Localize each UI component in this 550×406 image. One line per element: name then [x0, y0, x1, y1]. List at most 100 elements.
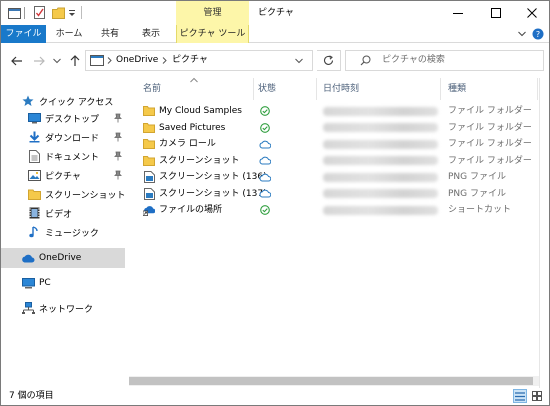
- tab-home[interactable]: ホーム: [52, 25, 86, 43]
- file-type: ファイル フォルダー: [448, 155, 532, 166]
- search-icon: [360, 55, 371, 69]
- file-name-cell[interactable]: スクリーンショット (136): [143, 169, 267, 185]
- nav-label: ビデオ: [45, 209, 73, 220]
- status-bar: 7 個の項目: [1, 388, 549, 405]
- tab-picture-tools[interactable]: ピクチャ ツール: [176, 25, 249, 43]
- tab-share[interactable]: 共有: [96, 25, 124, 43]
- date-cell-redacted: [323, 153, 443, 169]
- file-name-cell[interactable]: カメラ ロール: [143, 136, 216, 152]
- redacted-date: [323, 139, 438, 149]
- new-folder-icon[interactable]: [51, 5, 65, 20]
- up-button[interactable]: [67, 53, 83, 69]
- nav-label: ダウンロード: [45, 133, 100, 144]
- synced-check-icon: [258, 202, 272, 218]
- chevron-right-icon: [162, 57, 167, 67]
- address-bar[interactable]: OneDrive ピクチャ: [85, 50, 313, 71]
- nav-item-network[interactable]: ネットワーク: [1, 298, 125, 318]
- column-header-date[interactable]: 日付時刻: [323, 78, 359, 100]
- file-name-cell[interactable]: My Cloud Samples: [143, 103, 242, 119]
- pin-icon: [114, 132, 122, 142]
- details-view-button[interactable]: [513, 389, 527, 403]
- forward-button[interactable]: [31, 53, 47, 69]
- search-input[interactable]: ピクチャの検索: [382, 51, 445, 70]
- address-row: OneDrive ピクチャ ピクチャの検索: [1, 44, 549, 78]
- file-name-cell[interactable]: スクリーンショット (137): [143, 186, 267, 202]
- column-divider[interactable]: [537, 78, 538, 100]
- breadcrumb-pictures[interactable]: ピクチャ: [172, 51, 208, 70]
- tab-file[interactable]: ファイル: [1, 25, 46, 43]
- png-file-icon: [143, 187, 155, 200]
- recent-locations-button[interactable]: [51, 53, 63, 69]
- nav-item-pc[interactable]: PC: [1, 273, 125, 293]
- file-type: ショートカット: [448, 205, 512, 215]
- file-name: カメラ ロール: [159, 139, 216, 149]
- redacted-date: [323, 106, 438, 116]
- cloud-only-icon: [258, 153, 272, 169]
- properties-icon[interactable]: [33, 5, 47, 20]
- column-divider[interactable]: [253, 78, 254, 100]
- redacted-date: [323, 172, 438, 182]
- folder-icon: [143, 105, 155, 117]
- tab-view[interactable]: 表示: [136, 25, 166, 43]
- onedrive-address-icon: [90, 55, 104, 69]
- file-name-cell[interactable]: ファイルの場所: [143, 202, 222, 218]
- chevron-down-icon: [53, 58, 61, 64]
- search-box[interactable]: ピクチャの検索: [345, 50, 544, 71]
- column-header-type[interactable]: 種類: [448, 78, 466, 100]
- file-name: スクリーンショット (137): [159, 188, 267, 199]
- nav-item-downloads[interactable]: ダウンロード: [1, 127, 125, 147]
- document-icon: [27, 149, 41, 163]
- expand-ribbon-button[interactable]: [515, 27, 529, 41]
- file-row[interactable]: スクリーンショット (136) PNG ファイル: [129, 169, 539, 185]
- column-divider[interactable]: [440, 78, 441, 100]
- app-icon[interactable]: [7, 5, 21, 20]
- breadcrumb-onedrive[interactable]: OneDrive: [116, 51, 158, 70]
- back-button[interactable]: [9, 53, 25, 69]
- file-row[interactable]: My Cloud Samples ファイル フォルダー: [129, 103, 539, 119]
- synced-check-icon: [258, 120, 272, 136]
- nav-item-documents[interactable]: ドキュメント: [1, 146, 125, 166]
- refresh-button[interactable]: [317, 50, 341, 71]
- file-row[interactable]: スクリーンショット (137) PNG ファイル: [129, 186, 539, 202]
- computer-icon: [21, 276, 35, 290]
- nav-label: ミュージック: [45, 228, 99, 239]
- file-name: ファイルの場所: [159, 205, 223, 215]
- column-divider[interactable]: [316, 78, 317, 100]
- column-header-status[interactable]: 状態: [258, 78, 276, 100]
- file-type: ファイル フォルダー: [448, 139, 532, 149]
- nav-label: ドキュメント: [45, 152, 100, 163]
- nav-label: クイック アクセス: [39, 97, 114, 108]
- nav-item-videos[interactable]: ビデオ: [1, 203, 125, 223]
- sort-ascending-icon: [190, 77, 198, 83]
- file-name-cell[interactable]: スクリーンショット: [143, 153, 240, 169]
- nav-item-onedrive[interactable]: OneDrive: [1, 248, 125, 268]
- file-row[interactable]: Saved Pictures ファイル フォルダー: [129, 120, 539, 136]
- large-icons-view-icon: [532, 391, 542, 401]
- help-button[interactable]: ?: [531, 27, 545, 41]
- title-divider: [81, 6, 82, 19]
- nav-item-music[interactable]: ミュージック: [1, 222, 125, 242]
- customize-quick-access-icon[interactable]: [67, 5, 77, 20]
- file-list: 名前 状態 日付時刻 種類 My Cloud Samples ファイル フォルダー…: [129, 77, 539, 388]
- nav-item-pictures[interactable]: ピクチャ: [1, 165, 125, 185]
- nav-item-screenshots[interactable]: スクリーンショット: [1, 184, 126, 204]
- scrollbar-thumb[interactable]: [129, 377, 533, 385]
- vertical-scrollbar[interactable]: [539, 78, 549, 388]
- item-count: 7 個の項目: [9, 391, 54, 401]
- file-row[interactable]: スクリーンショット ファイル フォルダー: [129, 153, 539, 169]
- address-history-dropdown[interactable]: [291, 50, 307, 71]
- horizontal-scrollbar[interactable]: [129, 376, 539, 386]
- details-view-icon: [515, 391, 525, 401]
- date-cell-redacted: [323, 103, 443, 119]
- column-header-name[interactable]: 名前: [143, 78, 161, 100]
- file-row[interactable]: カメラ ロール ファイル フォルダー: [129, 136, 539, 152]
- file-name: Saved Pictures: [159, 122, 226, 133]
- file-row[interactable]: ファイルの場所 ショートカット: [129, 202, 539, 218]
- shortcut-icon: [143, 204, 155, 216]
- minimize-button[interactable]: [439, 1, 477, 25]
- nav-item-desktop[interactable]: デスクトップ: [1, 108, 125, 128]
- close-button[interactable]: [513, 1, 549, 25]
- maximize-button[interactable]: [477, 1, 515, 25]
- large-icons-view-button[interactable]: [530, 389, 544, 403]
- file-name-cell[interactable]: Saved Pictures: [143, 120, 225, 136]
